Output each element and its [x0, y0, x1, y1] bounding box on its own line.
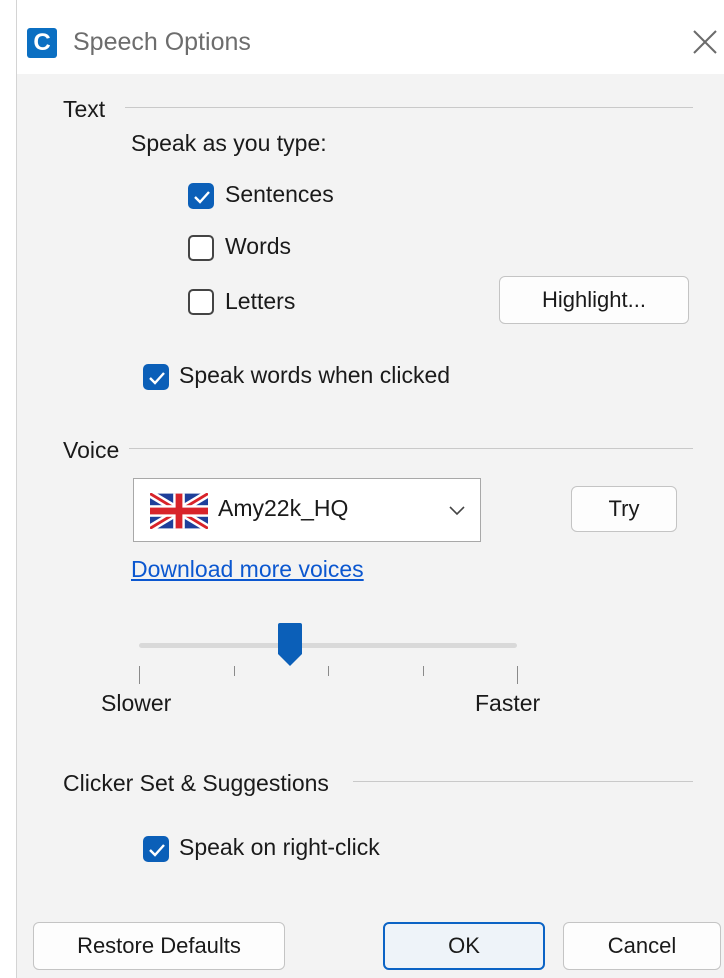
restore-defaults-button[interactable]: Restore Defaults — [33, 922, 285, 970]
slider-tick — [328, 666, 329, 676]
sentences-label: Sentences — [225, 181, 334, 207]
title-bar: C Speech Options — [17, 0, 724, 74]
selected-voice: Amy22k_HQ — [218, 495, 349, 521]
voice-select[interactable]: Amy22k_HQ — [133, 478, 481, 542]
speak-right-click-checkbox[interactable] — [143, 836, 169, 862]
checkmark-icon — [149, 372, 165, 385]
dialog-title: Speech Options — [73, 28, 251, 56]
checkmark-icon — [149, 844, 165, 857]
voice-section-heading: Voice — [63, 437, 120, 463]
voice-section-divider — [129, 448, 693, 449]
speak-words-clicked-label: Speak words when clicked — [179, 362, 451, 388]
text-section-heading: Text — [63, 96, 106, 122]
faster-label: Faster — [475, 690, 541, 716]
slider-tick — [233, 666, 235, 676]
speak-words-clicked-checkbox[interactable] — [143, 364, 169, 390]
cancel-button[interactable]: Cancel — [563, 922, 721, 970]
speak-right-click-label: Speak on right-click — [179, 834, 380, 860]
clicker-section-divider — [353, 781, 693, 782]
chevron-down-icon — [449, 506, 465, 516]
speak-as-you-type-label: Speak as you type: — [131, 130, 327, 156]
ok-button[interactable]: OK — [383, 922, 545, 970]
sentences-checkbox[interactable] — [188, 183, 214, 209]
letters-checkbox[interactable] — [188, 289, 214, 315]
slider-tick — [139, 666, 140, 684]
words-checkbox[interactable] — [188, 235, 214, 261]
checkmark-icon — [194, 191, 210, 204]
app-icon: C — [27, 28, 57, 58]
text-section-divider — [125, 107, 693, 108]
speed-slider-thumb[interactable] — [276, 622, 304, 668]
slower-label: Slower — [101, 690, 172, 716]
slider-tick — [517, 666, 518, 684]
highlight-button[interactable]: Highlight... — [499, 276, 689, 324]
words-label: Words — [225, 233, 292, 259]
try-button[interactable]: Try — [571, 486, 677, 532]
slider-tick — [422, 666, 424, 676]
clicker-section-heading: Clicker Set & Suggestions — [63, 770, 329, 796]
close-icon[interactable] — [689, 26, 721, 58]
speed-slider-track[interactable] — [139, 643, 517, 648]
letters-label: Letters — [225, 288, 296, 314]
download-more-voices-link[interactable]: Download more voices — [131, 556, 364, 583]
uk-flag-icon — [150, 493, 208, 529]
speech-options-dialog: C Speech Options Text Speak as you type:… — [16, 0, 724, 978]
